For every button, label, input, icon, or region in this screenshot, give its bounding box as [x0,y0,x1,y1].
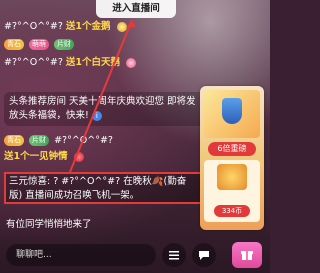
gift-text: 送1个金鹅 [65,21,111,32]
user-badge: 萌萌 [29,39,50,50]
gift-swan-icon [126,57,137,68]
gift-text: 送1个白天鹅 [65,57,121,68]
message-text: #?°^O^°#? [4,21,66,32]
highlight-line: 版) 直播间成功召唤飞机一架。 [9,190,140,201]
chat-input[interactable]: 聊聊吧... [6,244,156,266]
bottom-bar: 聊聊吧... [0,238,270,273]
menu-icon [169,251,179,260]
card-price: 334币 [214,205,250,217]
chat-message: #?°^O^°#? 送1个白天鹅 [4,56,137,69]
trophy-icon [222,98,242,124]
user-badge: 片财 [29,135,50,146]
card-badge: 6倍重磅 [208,142,256,156]
gift-goose-icon [116,21,127,32]
footer-message: 有位同学悄悄地来了 [6,219,92,230]
panel-line: 头条推荐房间 天美十周年庆典欢迎您 即将发 [9,96,196,107]
panel-line: 放头条福袋，快来! [9,110,89,121]
chat-message: 青石 片财 #?°^O^°#? [4,134,113,147]
message-text: #?°^O^°#? [4,57,66,68]
enter-room-banner[interactable]: 进入直播间 [96,0,176,18]
event-side-card[interactable]: 6倍重磅 334币 [200,86,264,230]
gift-heart-icon [73,151,84,162]
card-panel: 334币 [204,160,260,222]
card-header [204,90,260,138]
chat-message: #?°^O^°#? 送1个金鹅 [4,20,127,33]
more-menu-button[interactable] [162,243,186,267]
headline-recommend-panel: 头条推荐房间 天美十周年庆典欢迎您 即将发 放头条福袋，快来! i [4,92,214,126]
chat-bubble-icon [199,251,209,260]
gift-text: 送1个一见钟情 [4,151,68,162]
chat-message: 青石 萌萌 片财 [4,38,76,51]
highlight-line: 三元惊喜: ? #?°^O^°#? 在晚秋🍂(勤奋 [9,176,187,187]
user-badge: 青石 [4,39,24,50]
chat-button[interactable] [192,243,216,267]
gift-box-icon [217,164,247,190]
gift-icon [241,251,253,260]
user-badge: 片财 [54,39,75,50]
info-icon[interactable]: i [91,110,102,121]
user-badge: 青石 [4,135,24,146]
chat-message: 送1个一见钟情 [4,150,84,163]
system-highlight-message: 三元惊喜: ? #?°^O^°#? 在晚秋🍂(勤奋 版) 直播间成功召唤飞机一架… [4,172,224,204]
message-text: #?°^O^°#? [54,135,113,146]
gift-button[interactable] [232,242,262,268]
